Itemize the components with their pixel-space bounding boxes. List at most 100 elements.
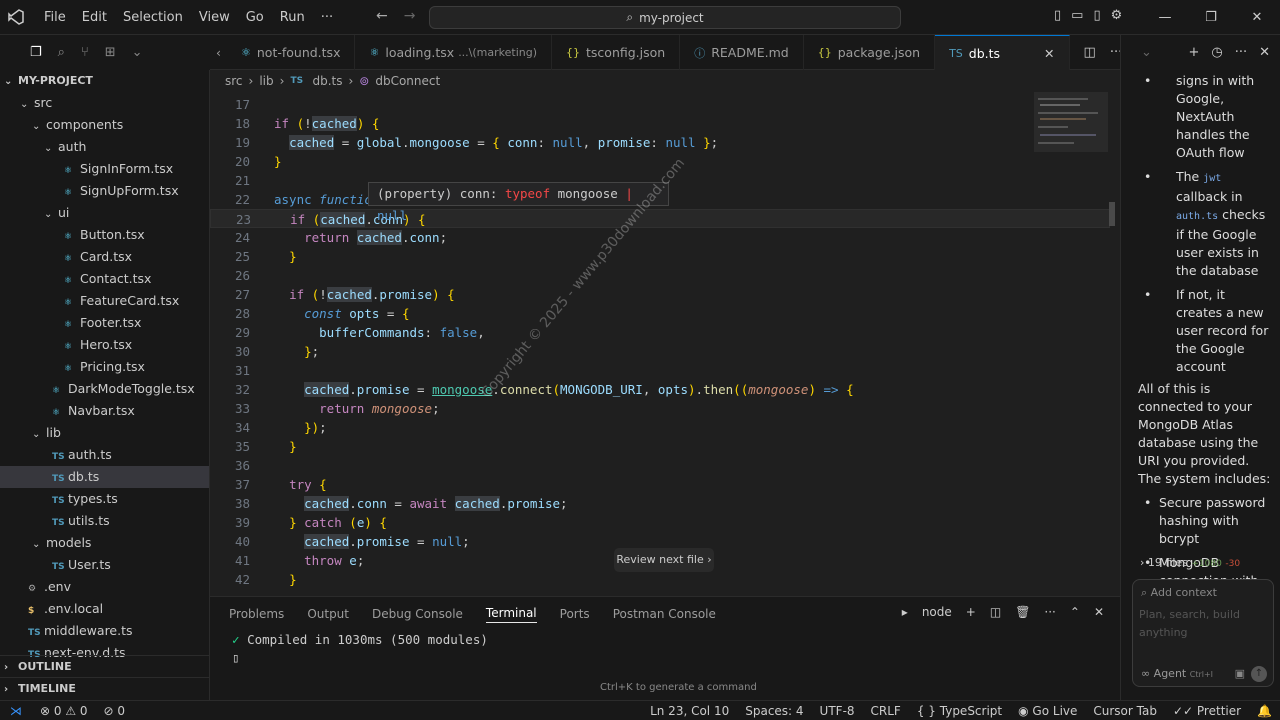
file-darkmodetoggle-tsx[interactable]: ⚛ DarkModeToggle.tsx xyxy=(0,378,209,400)
menu-run[interactable]: Run xyxy=(272,0,313,35)
editor-scrollbar[interactable] xyxy=(1107,92,1119,595)
remote-icon[interactable]: ⋊ xyxy=(0,704,32,718)
tab-tsconfig-json[interactable]: {} tsconfig.json xyxy=(552,35,681,70)
breadcrumb-symbol[interactable]: dbConnect xyxy=(375,74,440,88)
code-line[interactable]: 39 } catch (e) { xyxy=(210,513,1110,532)
trash-icon[interactable]: 🗑 xyxy=(1015,605,1030,619)
menu-more[interactable]: ··· xyxy=(313,0,341,35)
minimize-icon[interactable]: — xyxy=(1142,10,1188,25)
file--env[interactable]: ⚙ .env xyxy=(0,576,209,598)
code-line[interactable]: 25 } xyxy=(210,247,1110,266)
file-hero-tsx[interactable]: ⚛ Hero.tsx xyxy=(0,334,209,356)
chat-input-box[interactable]: ⌕ Add context Plan, search, build anythi… xyxy=(1132,579,1274,687)
indentation[interactable]: Spaces: 4 xyxy=(737,704,811,718)
cursor-position[interactable]: Ln 23, Col 10 xyxy=(642,704,737,718)
file-middleware-ts[interactable]: TS middleware.ts xyxy=(0,620,209,642)
code-line[interactable]: 33 return mongoose; xyxy=(210,399,1110,418)
file-contact-tsx[interactable]: ⚛ Contact.tsx xyxy=(0,268,209,290)
folder-src[interactable]: ⌄ src xyxy=(0,92,209,114)
restore-icon[interactable]: ❐ xyxy=(1188,10,1234,25)
toggle-secondary-sidebar-icon[interactable]: ▯ xyxy=(1093,8,1100,23)
folder-components[interactable]: ⌄ components xyxy=(0,114,209,136)
settings-gear-icon[interactable]: ⚙ xyxy=(1111,8,1123,23)
code-line[interactable]: 36 xyxy=(210,456,1110,475)
file-signupform-tsx[interactable]: ⚛ SignUpForm.tsx xyxy=(0,180,209,202)
explorer-root-header[interactable]: ⌄ MY-PROJECT xyxy=(0,70,209,92)
files-changed-summary[interactable]: › 19 files +1080 -30 xyxy=(1132,556,1274,576)
problems-indicator[interactable]: ⊗ 0 ⚠ 0 xyxy=(32,704,96,718)
panel-tab-output[interactable]: Output xyxy=(307,607,349,621)
code-line[interactable]: 27 if (!cached.promise) { xyxy=(210,285,1110,304)
breadcrumb-lib[interactable]: lib xyxy=(259,74,273,88)
chevron-down-icon[interactable]: ⌄ xyxy=(132,45,143,60)
code-line[interactable]: 31 xyxy=(210,361,1110,380)
file--env-local[interactable]: $ .env.local xyxy=(0,598,209,620)
history-icon[interactable]: ◷ xyxy=(1211,45,1222,60)
file-user-ts[interactable]: TS User.ts xyxy=(0,554,209,576)
tab-loading-tsx[interactable]: ⚛ loading.tsx ...\(marketing) xyxy=(355,35,553,70)
code-line[interactable]: 28 const opts = { xyxy=(210,304,1110,323)
file-footer-tsx[interactable]: ⚛ Footer.tsx xyxy=(0,312,209,334)
panel-tab-postman-console[interactable]: Postman Console xyxy=(613,607,716,621)
code-line[interactable]: 29 bufferCommands: false, xyxy=(210,323,1110,342)
code-line[interactable]: 38 cached.conn = await cached.promise; xyxy=(210,494,1110,513)
code-line[interactable]: 19 cached = global.mongoose = { conn: nu… xyxy=(210,133,1110,152)
cursor-tab-status[interactable]: Cursor Tab xyxy=(1085,704,1165,718)
line-endings[interactable]: CRLF xyxy=(863,704,909,718)
breadcrumb-src[interactable]: src xyxy=(225,74,243,88)
forward-arrow-icon[interactable]: → xyxy=(404,8,416,24)
toggle-panel-icon[interactable]: ▭ xyxy=(1071,8,1083,23)
review-next-file-button[interactable]: Review next file › xyxy=(614,548,714,572)
back-arrow-icon[interactable]: ← xyxy=(376,8,388,24)
notifications-bell-icon[interactable]: 🔔 xyxy=(1249,704,1280,718)
more-actions-icon[interactable]: ··· xyxy=(1044,605,1055,619)
folder-auth[interactable]: ⌄ auth xyxy=(0,136,209,158)
close-panel-icon[interactable]: ✕ xyxy=(1094,605,1104,619)
folder-lib[interactable]: ⌄ lib xyxy=(0,422,209,444)
terminal-shell-label[interactable]: node xyxy=(922,605,952,619)
code-line[interactable]: 17 xyxy=(210,95,1110,114)
maximize-panel-icon[interactable]: ⌃ xyxy=(1070,605,1080,619)
toggle-sidebar-icon[interactable]: ▯ xyxy=(1054,8,1061,23)
code-line[interactable]: 30 }; xyxy=(210,342,1110,361)
tab-README-md[interactable]: ⓘ README.md xyxy=(680,35,804,70)
menu-file[interactable]: File xyxy=(36,0,74,35)
outline-section[interactable]: › OUTLINE xyxy=(0,655,209,677)
code-line[interactable]: 20} xyxy=(210,152,1110,171)
file-pricing-tsx[interactable]: ⚛ Pricing.tsx xyxy=(0,356,209,378)
tab-package-json[interactable]: {} package.json xyxy=(804,35,936,70)
code-line[interactable]: 37 try { xyxy=(210,475,1110,494)
code-line[interactable]: 24 return cached.conn; xyxy=(210,228,1110,247)
close-window-icon[interactable]: ✕ xyxy=(1234,10,1280,25)
folder-ui[interactable]: ⌄ ui xyxy=(0,202,209,224)
file-featurecard-tsx[interactable]: ⚛ FeatureCard.tsx xyxy=(0,290,209,312)
file-signinform-tsx[interactable]: ⚛ SignInForm.tsx xyxy=(0,158,209,180)
search-view-icon[interactable]: ⌕ xyxy=(58,45,65,60)
extensions-icon[interactable]: ⊞ xyxy=(105,45,116,60)
folder-models[interactable]: ⌄ models xyxy=(0,532,209,554)
file-button-tsx[interactable]: ⚛ Button.tsx xyxy=(0,224,209,246)
send-arrow-icon[interactable]: ↑ xyxy=(1251,666,1267,682)
more-actions-icon[interactable]: ··· xyxy=(1235,45,1247,60)
menu-view[interactable]: View xyxy=(191,0,238,35)
split-editor-icon[interactable]: ◫ xyxy=(1084,45,1096,60)
panel-tab-problems[interactable]: Problems xyxy=(229,607,284,621)
prettier-status[interactable]: ✓✓ Prettier xyxy=(1165,704,1249,718)
add-context-button[interactable]: ⌕ Add context xyxy=(1133,580,1273,606)
menu-go[interactable]: Go xyxy=(238,0,272,35)
image-icon[interactable]: ▣ xyxy=(1235,667,1245,680)
code-line[interactable]: 34 }); xyxy=(210,418,1110,437)
file-utils-ts[interactable]: TS utils.ts xyxy=(0,510,209,532)
menu-selection[interactable]: Selection xyxy=(115,0,191,35)
command-center-search[interactable]: ⌕ my-project xyxy=(429,6,901,29)
file-card-tsx[interactable]: ⚛ Card.tsx xyxy=(0,246,209,268)
code-editor[interactable]: 17 18 if (!cached) {19 cached = global.mon… xyxy=(210,92,1120,595)
terminal-output[interactable]: ✓ Compiled in 1030ms (500 modules) ▯ xyxy=(210,631,1120,667)
encoding[interactable]: UTF-8 xyxy=(812,704,863,718)
tab-not-found-tsx[interactable]: ⚛ not-found.tsx xyxy=(227,35,356,70)
split-terminal-icon[interactable]: ◫ xyxy=(990,605,1001,619)
code-line[interactable]: 23 if (cached.conn) { xyxy=(210,209,1110,228)
code-line[interactable]: 35 } xyxy=(210,437,1110,456)
close-tab-icon[interactable]: ✕ xyxy=(1044,46,1054,61)
file-navbar-tsx[interactable]: ⚛ Navbar.tsx xyxy=(0,400,209,422)
